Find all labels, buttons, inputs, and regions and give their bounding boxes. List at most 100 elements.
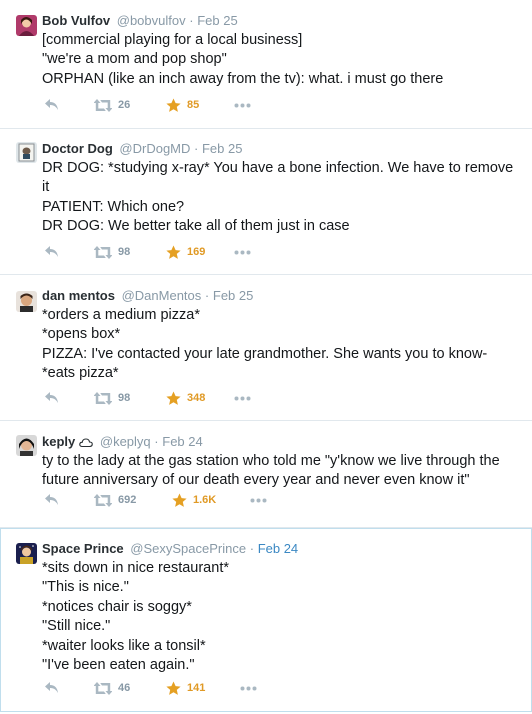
avatar[interactable]	[16, 435, 37, 456]
favorite-button[interactable]: 85	[166, 97, 199, 113]
reply-icon	[45, 494, 58, 505]
separator: ·	[189, 13, 194, 28]
star-icon	[166, 245, 181, 259]
more-button[interactable]	[234, 97, 251, 113]
author-name[interactable]: keply	[42, 434, 75, 449]
tweet-text: *orders a medium pizza* *opens box* PIZZ…	[42, 306, 522, 384]
tweet-line: DR DOG: We better take all of them just …	[42, 218, 350, 235]
retweet-icon	[94, 391, 112, 405]
retweet-count: 46	[118, 682, 131, 694]
more-button[interactable]	[234, 244, 251, 260]
more-button[interactable]	[240, 680, 257, 696]
tweet-line: PATIENT: Which one?	[42, 198, 185, 215]
more-icon	[234, 103, 251, 107]
retweet-button[interactable]: 26	[94, 97, 130, 113]
tweet-date[interactable]: Feb 25	[197, 13, 237, 28]
reply-button[interactable]	[44, 492, 60, 508]
author-name[interactable]: Bob Vulfov	[42, 13, 110, 28]
tweet-line: [commercial playing for a local business…	[42, 32, 303, 48]
tweet-text: *sits down in nice restaurant* "This is …	[42, 559, 521, 675]
retweet-count: 98	[118, 246, 131, 258]
retweet-button[interactable]: 98	[94, 244, 130, 260]
retweet-icon	[94, 493, 112, 507]
avatar[interactable]	[16, 15, 37, 36]
tweet-line: ORPHAN (like an inch away from the tv): …	[42, 70, 444, 87]
favorite-count: 141	[187, 682, 206, 694]
author-handle[interactable]: @keplyq	[100, 434, 151, 449]
retweet-button[interactable]: 46	[94, 680, 130, 696]
tweet-header: Bob Vulfov @bobvulfov · Feb 25	[42, 12, 522, 30]
tweet[interactable]: Bob Vulfov @bobvulfov · Feb 25 [commerci…	[0, 0, 532, 129]
tweet-line: *opens box*	[42, 326, 121, 343]
author-handle[interactable]: @DanMentos	[122, 288, 202, 303]
tweet-date[interactable]: Feb 25	[202, 141, 242, 156]
tweet-line: *notices chair is soggy*	[42, 598, 192, 615]
retweet-icon	[94, 98, 112, 112]
favorite-count: 169	[187, 246, 206, 258]
tweet-line: *waiter looks like a tonsil*	[42, 637, 206, 654]
tweet-line: *orders a medium pizza*	[42, 307, 200, 323]
retweet-icon	[94, 681, 112, 695]
tweet-header: Doctor Dog @DrDogMD · Feb 25	[42, 140, 522, 158]
tweet-text: [commercial playing for a local business…	[42, 31, 522, 89]
tweet-line: "Still nice."	[42, 618, 111, 635]
tweet-text: DR DOG: *studying x-ray* You have a bone…	[42, 159, 522, 237]
avatar[interactable]	[16, 543, 37, 564]
favorite-button[interactable]: 141	[166, 680, 205, 696]
reply-button[interactable]	[44, 97, 60, 113]
tweet-line: DR DOG: *studying x-ray* You have a bone…	[42, 160, 514, 196]
retweet-button[interactable]: 98	[94, 390, 130, 406]
tweet-header: Space Prince @SexySpacePrince · Feb 24	[42, 540, 521, 558]
favorite-button[interactable]: 348	[166, 390, 205, 406]
reply-button[interactable]	[44, 680, 60, 696]
more-button[interactable]	[234, 390, 251, 406]
reply-button[interactable]	[44, 244, 60, 260]
author-handle[interactable]: @SexySpacePrince	[130, 541, 246, 556]
more-button[interactable]	[250, 492, 267, 508]
tweet-date[interactable]: Feb 24	[258, 541, 298, 556]
reply-icon	[45, 99, 58, 110]
author-name[interactable]: Space Prince	[42, 541, 124, 556]
more-icon	[240, 686, 257, 690]
tweet-timeline: Bob Vulfov @bobvulfov · Feb 25 [commerci…	[0, 0, 532, 712]
favorite-count: 348	[187, 392, 206, 404]
favorite-count: 85	[187, 99, 200, 111]
star-icon	[166, 391, 181, 405]
reply-icon	[45, 682, 58, 693]
reply-icon	[45, 246, 58, 257]
tweet-date[interactable]: Feb 25	[213, 288, 253, 303]
tweet-line: PIZZA: I've contacted your late grandmot…	[42, 345, 488, 362]
reply-button[interactable]	[44, 390, 60, 406]
reply-icon	[45, 392, 58, 403]
cloud-icon	[79, 438, 94, 448]
avatar[interactable]	[16, 142, 37, 163]
tweet-header: keply @keplyq · Feb 24	[42, 433, 522, 451]
tweet[interactable]: Doctor Dog @DrDogMD · Feb 25 DR DOG: *st…	[0, 129, 532, 275]
author-handle[interactable]: @DrDogMD	[119, 141, 190, 156]
retweet-count: 26	[118, 99, 131, 111]
tweet-header: dan mentos @DanMentos · Feb 25	[42, 287, 522, 305]
tweet-line: "I've been eaten again."	[42, 657, 195, 674]
author-name[interactable]: dan mentos	[42, 288, 115, 303]
avatar[interactable]	[16, 291, 37, 312]
more-icon	[250, 498, 267, 502]
favorite-count: 1.6K	[193, 494, 217, 506]
star-icon	[166, 681, 181, 695]
separator: ·	[249, 541, 255, 556]
tweet[interactable]: keply @keplyq · Feb 24 ty to the lady at…	[0, 421, 532, 528]
author-name[interactable]: Doctor Dog	[42, 141, 113, 156]
favorite-button[interactable]: 1.6K	[172, 492, 216, 508]
author-handle[interactable]: @bobvulfov	[117, 13, 186, 28]
retweet-count: 692	[118, 494, 137, 506]
star-icon	[166, 98, 181, 112]
retweet-count: 98	[118, 392, 131, 404]
favorite-button[interactable]: 169	[166, 244, 205, 260]
tweet-date[interactable]: Feb 24	[162, 434, 202, 449]
separator: ·	[204, 288, 210, 303]
separator: ·	[154, 434, 159, 449]
separator: ·	[194, 141, 199, 156]
tweet[interactable]: dan mentos @DanMentos · Feb 25 *orders a…	[0, 275, 532, 421]
retweet-button[interactable]: 692	[94, 492, 136, 508]
tweet-line: *eats pizza*	[42, 365, 119, 382]
tweet-highlighted[interactable]: Space Prince @SexySpacePrince · Feb 24 *…	[0, 528, 532, 712]
